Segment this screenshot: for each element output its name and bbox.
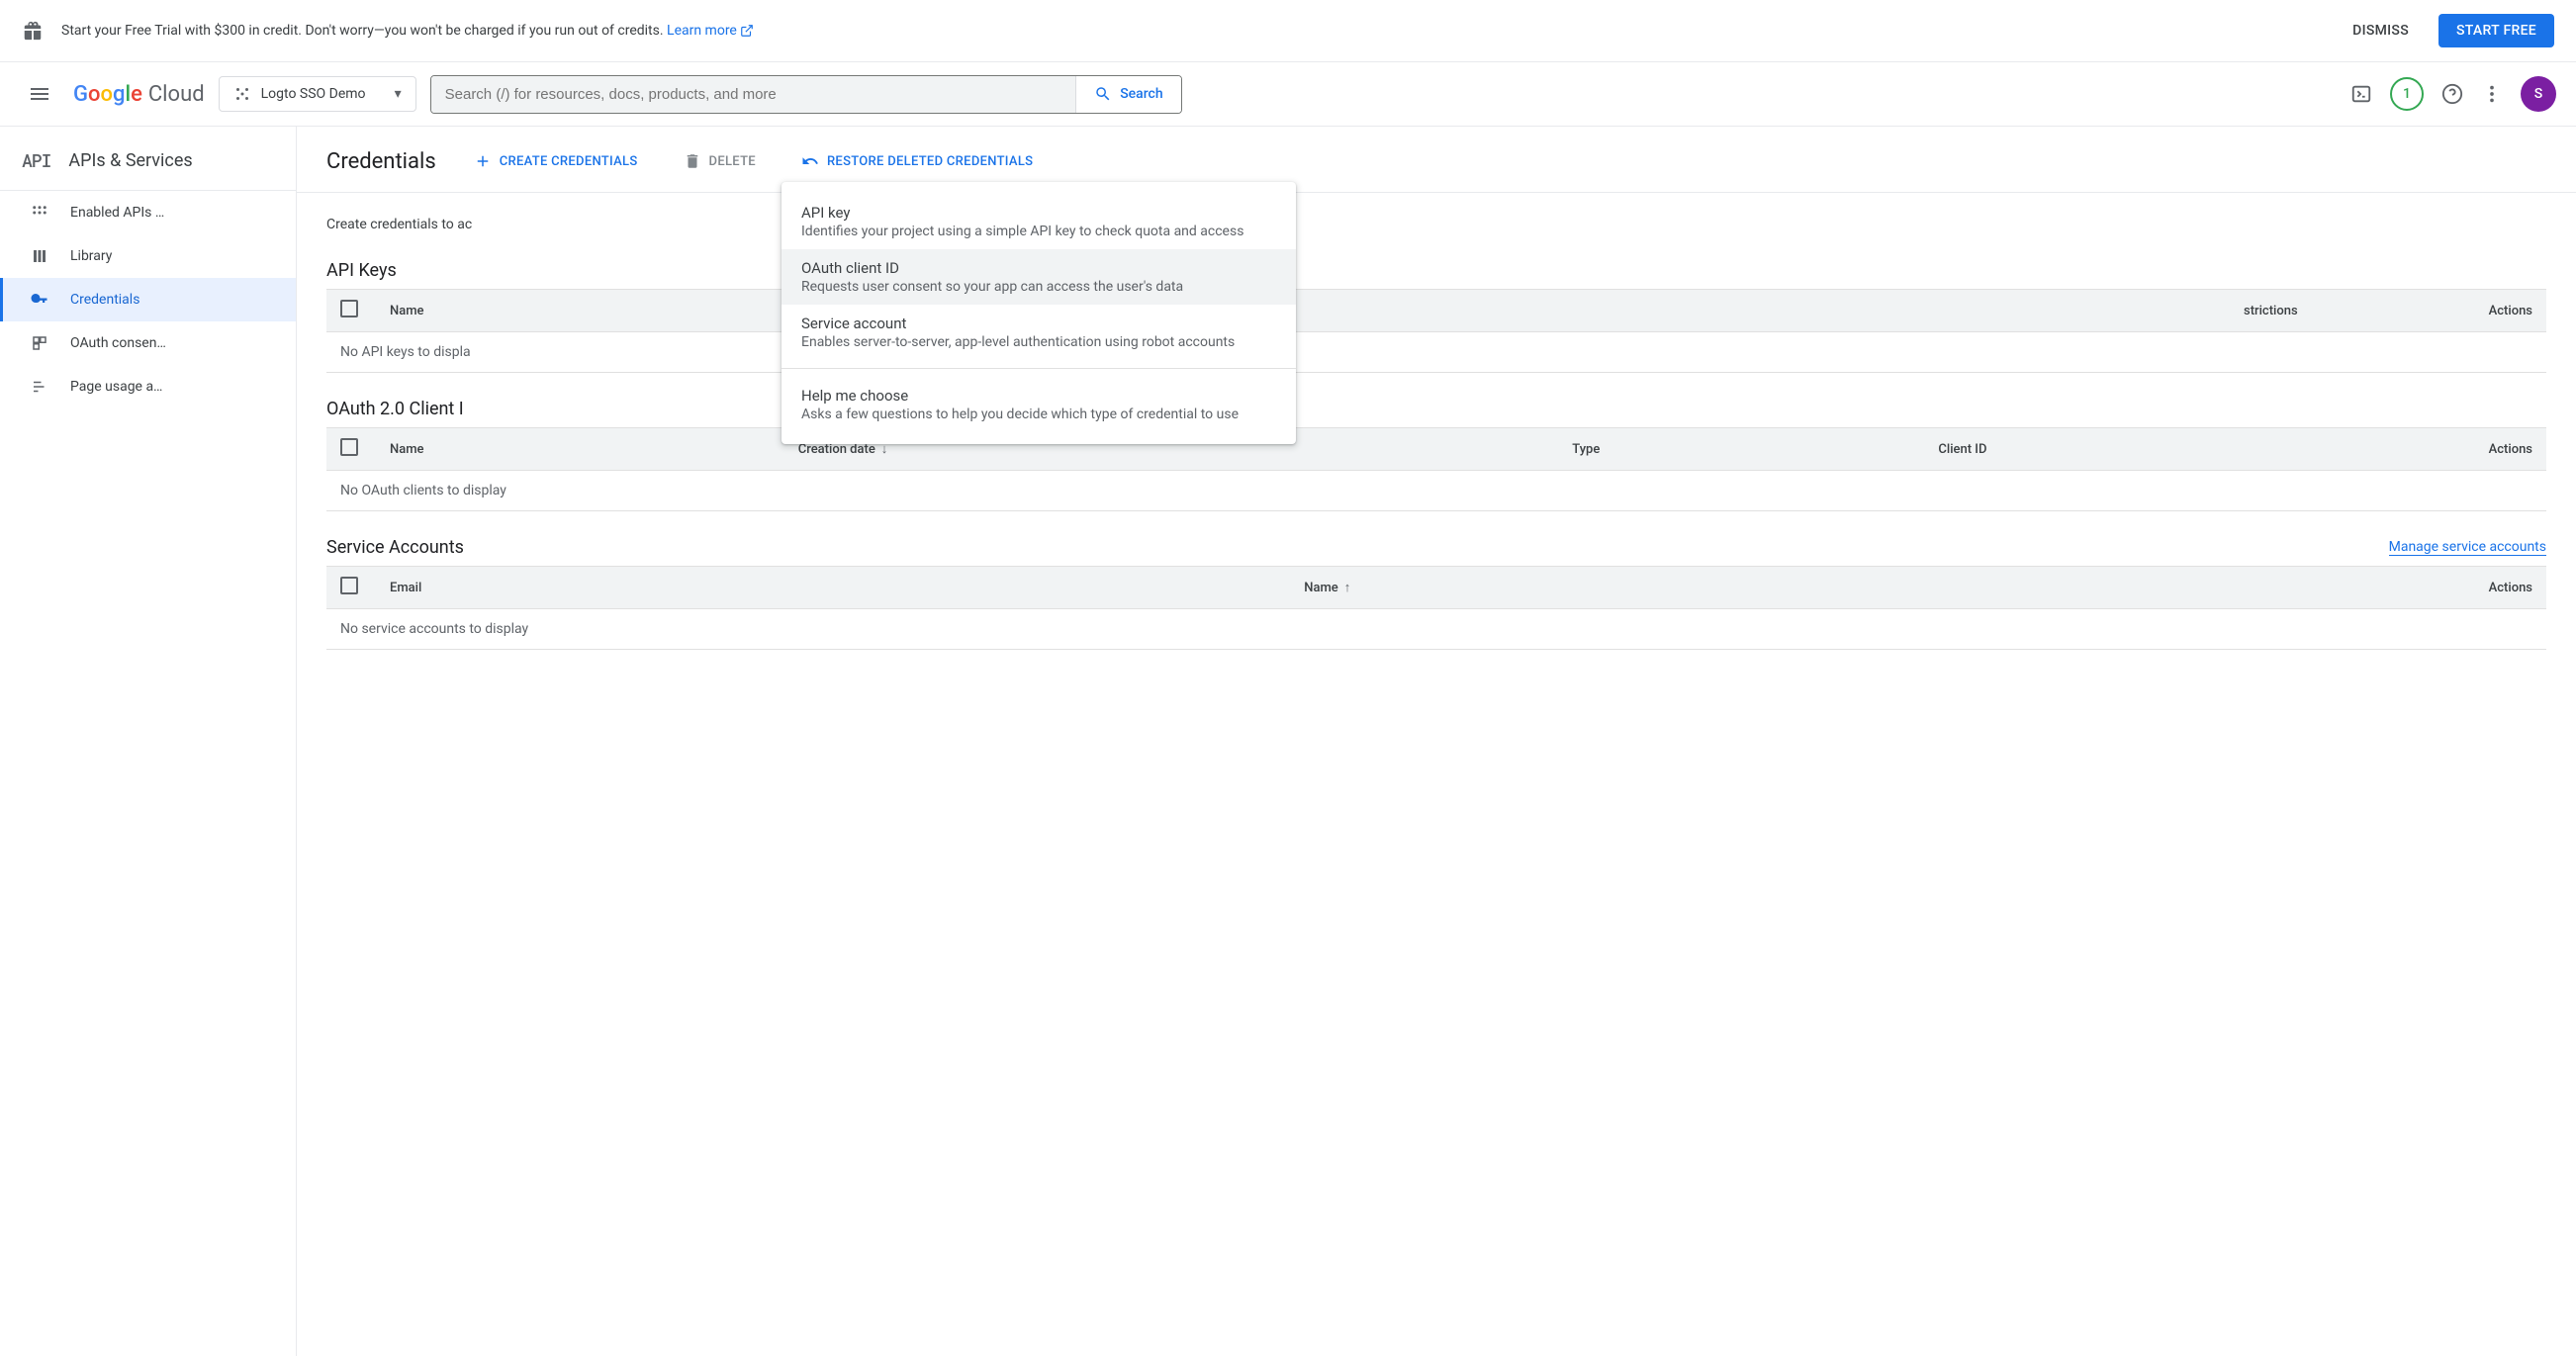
- create-credentials-dropdown: API key Identifies your project using a …: [782, 182, 1296, 444]
- dropdown-item-oauth-client[interactable]: OAuth client ID Requests user consent so…: [782, 249, 1296, 305]
- project-name: Logto SSO Demo: [261, 86, 385, 102]
- sort-asc-icon: ↑: [1344, 581, 1351, 595]
- sidebar-item-label: Library: [70, 248, 112, 264]
- col-name[interactable]: Name↑: [1290, 567, 2428, 609]
- create-credentials-button[interactable]: CREATE CREDENTIALS: [466, 146, 646, 176]
- api-keys-table: Name strictions Actions No API keys to d…: [326, 289, 2546, 373]
- api-icon: API: [22, 148, 50, 172]
- search-bar: Search: [430, 75, 1182, 114]
- search-input[interactable]: [431, 76, 1076, 113]
- dismiss-button[interactable]: DISMISS: [2337, 15, 2425, 46]
- more-icon[interactable]: [2481, 83, 2503, 105]
- library-icon: [31, 247, 50, 265]
- delete-button[interactable]: DELETE: [676, 146, 764, 176]
- sidebar-item-library[interactable]: Library: [0, 234, 296, 278]
- dropdown-item-help-choose[interactable]: Help me choose Asks a few questions to h…: [782, 377, 1296, 432]
- help-icon[interactable]: [2441, 83, 2463, 105]
- sidebar-item-credentials[interactable]: Credentials: [0, 278, 296, 321]
- page-title: Credentials: [326, 149, 436, 174]
- sidebar-item-label: Enabled APIs …: [70, 205, 164, 221]
- select-all-checkbox[interactable]: [340, 438, 358, 456]
- select-all-checkbox[interactable]: [340, 300, 358, 317]
- banner-message: Start your Free Trial with $300 in credi…: [61, 23, 2337, 39]
- search-button[interactable]: Search: [1075, 76, 1180, 113]
- main-content: Credentials CREATE CREDENTIALS DELETE RE…: [297, 127, 2576, 1356]
- empty-row: No OAuth clients to display: [326, 471, 2546, 511]
- learn-more-link[interactable]: Learn more: [667, 23, 754, 39]
- manage-service-accounts-link[interactable]: Manage service accounts: [2389, 539, 2546, 556]
- col-name[interactable]: Name: [376, 428, 784, 471]
- page-header: Credentials CREATE CREDENTIALS DELETE RE…: [297, 127, 2576, 193]
- cloud-shell-icon[interactable]: [2350, 83, 2372, 105]
- oauth-heading: OAuth 2.0 Client I: [326, 399, 464, 419]
- select-all-checkbox[interactable]: [340, 577, 358, 594]
- start-free-button[interactable]: START FREE: [2438, 14, 2554, 47]
- col-actions: Actions: [2428, 290, 2546, 332]
- col-type[interactable]: Type: [1558, 428, 1924, 471]
- empty-row: No API keys to displa: [326, 332, 2546, 373]
- caret-down-icon: ▾: [395, 86, 402, 102]
- notification-badge[interactable]: 1: [2390, 77, 2424, 111]
- google-cloud-logo[interactable]: Google Cloud: [73, 82, 205, 107]
- sidebar-title[interactable]: API APIs & Services: [0, 131, 296, 191]
- project-icon: [233, 85, 251, 103]
- user-avatar[interactable]: S: [2521, 76, 2556, 112]
- sidebar-item-label: Credentials: [70, 292, 139, 308]
- gift-icon: [22, 20, 44, 42]
- sidebar-item-enabled-apis[interactable]: Enabled APIs …: [0, 191, 296, 234]
- project-picker[interactable]: Logto SSO Demo ▾: [219, 76, 416, 112]
- service-accounts-table: Email Name↑ Actions No service accounts …: [326, 566, 2546, 650]
- sidebar-item-label: OAuth consen…: [70, 335, 166, 351]
- empty-row: No service accounts to display: [326, 609, 2546, 650]
- oauth-table: Name Creation date↓ Type Client ID Actio…: [326, 427, 2546, 511]
- consent-icon: [31, 334, 50, 352]
- col-restrictions[interactable]: strictions: [2230, 290, 2428, 332]
- restore-button[interactable]: RESTORE DELETED CREDENTIALS: [793, 146, 1041, 176]
- sidebar-item-page-usage[interactable]: Page usage a…: [0, 365, 296, 408]
- dropdown-separator: [782, 368, 1296, 369]
- col-name[interactable]: Name: [376, 290, 2230, 332]
- sidebar-item-oauth-consent[interactable]: OAuth consen…: [0, 321, 296, 365]
- col-actions: Actions: [2428, 428, 2546, 471]
- col-client-id[interactable]: Client ID: [1924, 428, 2428, 471]
- sidebar: API APIs & Services Enabled APIs … Libra…: [0, 127, 297, 1356]
- sort-desc-icon: ↓: [881, 442, 888, 457]
- col-actions: Actions: [2428, 567, 2546, 609]
- sidebar-item-label: Page usage a…: [70, 379, 162, 395]
- free-trial-banner: Start your Free Trial with $300 in credi…: [0, 0, 2576, 62]
- service-accounts-heading: Service Accounts: [326, 537, 464, 558]
- hamburger-menu-icon[interactable]: [20, 74, 59, 114]
- dropdown-item-service-account[interactable]: Service account Enables server-to-server…: [782, 305, 1296, 360]
- enabled-apis-icon: [31, 204, 50, 222]
- app-header: Google Cloud Logto SSO Demo ▾ Search 1 S: [0, 62, 2576, 127]
- intro-text: Create credentials to ac: [326, 217, 2546, 232]
- key-icon: [31, 291, 50, 309]
- col-email[interactable]: Email: [376, 567, 1290, 609]
- dropdown-item-api-key[interactable]: API key Identifies your project using a …: [782, 194, 1296, 249]
- api-keys-heading: API Keys: [326, 260, 397, 281]
- usage-icon: [31, 378, 50, 396]
